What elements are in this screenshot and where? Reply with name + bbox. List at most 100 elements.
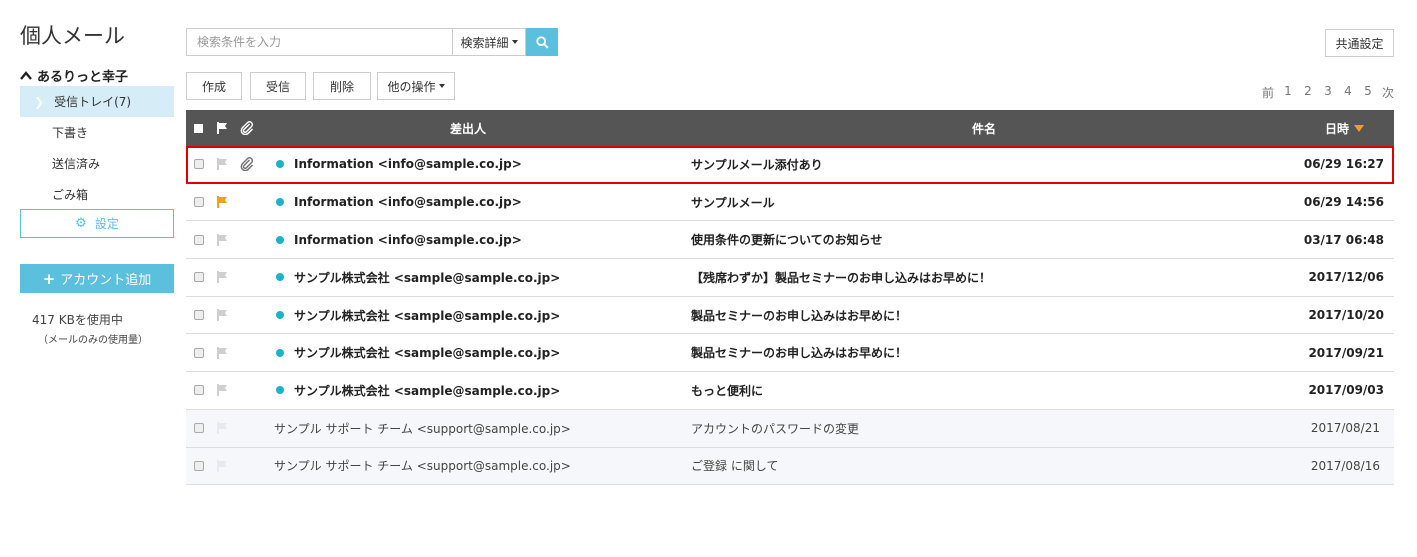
unread-indicator bbox=[276, 259, 284, 296]
pager-page[interactable]: 1 bbox=[1278, 84, 1298, 101]
row-flag[interactable] bbox=[217, 184, 228, 221]
table-row[interactable]: Information <info@sample.co.jp> サンプルメール添付… bbox=[186, 146, 1394, 184]
table-row[interactable]: Information <info@sample.co.jp> サンプルメール 06… bbox=[186, 184, 1394, 222]
table-row[interactable]: Information <info@sample.co.jp> 使用条件の更新につ… bbox=[186, 221, 1394, 260]
row-date: 06/29 14:56 bbox=[1303, 195, 1384, 210]
subject-column-header[interactable]: 件名 bbox=[972, 110, 996, 146]
row-flag[interactable] bbox=[217, 259, 228, 296]
row-flag[interactable] bbox=[217, 448, 228, 485]
flag-column-header[interactable] bbox=[217, 110, 228, 146]
storage-usage: 417 KBを使用中 bbox=[32, 313, 123, 327]
common-settings-button[interactable]: 共通設定 bbox=[1325, 29, 1394, 57]
folder-item[interactable]: ごみ箱 bbox=[20, 179, 174, 210]
select-all-checkbox[interactable] bbox=[194, 110, 203, 146]
row-flag[interactable] bbox=[217, 372, 228, 409]
table-row[interactable]: サンプル サポート チーム <support@sample.co.jp> アカウン… bbox=[186, 409, 1394, 448]
pager-prev[interactable]: 前 bbox=[1258, 84, 1278, 101]
flag-icon bbox=[217, 309, 227, 322]
search-icon bbox=[535, 35, 549, 49]
account-name: あるりっと幸子 bbox=[37, 70, 129, 85]
unread-indicator bbox=[276, 334, 284, 371]
row-flag[interactable] bbox=[217, 221, 228, 258]
caret-down-icon bbox=[511, 40, 518, 44]
row-attachment bbox=[240, 146, 254, 183]
table-row[interactable]: サンプル株式会社 <sample@sample.co.jp> 製品セミナーのお申し… bbox=[186, 334, 1394, 373]
pager-page[interactable]: 3 bbox=[1318, 84, 1338, 101]
search-detail-dropdown[interactable]: 検索詳細 bbox=[452, 28, 526, 56]
row-checkbox[interactable] bbox=[194, 334, 204, 371]
row-checkbox[interactable] bbox=[194, 410, 204, 447]
table-header: 差出人 件名 日時 bbox=[186, 110, 1394, 146]
caret-down-icon bbox=[438, 84, 445, 88]
gear-icon: ⚙ bbox=[75, 216, 87, 231]
search-button[interactable] bbox=[526, 28, 558, 56]
row-date: 2017/10/20 bbox=[1308, 308, 1384, 323]
mail-table: 差出人 件名 日時 Information <info@sample.co.jp… bbox=[186, 110, 1394, 486]
row-date: 2017/08/16 bbox=[1310, 458, 1380, 473]
row-sender: サンプル株式会社 <sample@sample.co.jp> bbox=[294, 308, 561, 323]
receive-button[interactable]: 受信 bbox=[250, 72, 306, 100]
row-flag[interactable] bbox=[217, 146, 228, 183]
folder-list: ❯ 受信トレイ(7) 下書き送信済みごみ箱 bbox=[20, 86, 174, 210]
row-sender: サンプル株式会社 <sample@sample.co.jp> bbox=[294, 270, 561, 285]
chevron-right-icon: ❯ bbox=[34, 94, 45, 109]
row-flag[interactable] bbox=[217, 297, 228, 334]
folder-item[interactable]: ❯ 受信トレイ(7) bbox=[20, 86, 174, 117]
row-subject: アカウントのパスワードの変更 bbox=[691, 421, 860, 436]
row-checkbox[interactable] bbox=[194, 372, 204, 409]
search-input[interactable] bbox=[186, 28, 452, 56]
table-row[interactable]: サンプル サポート チーム <support@sample.co.jp> ご登録 … bbox=[186, 447, 1394, 486]
attachment-column-header[interactable] bbox=[240, 110, 254, 146]
add-account-button[interactable]: + アカウント追加 bbox=[20, 264, 174, 293]
row-sender: サンプル株式会社 <sample@sample.co.jp> bbox=[294, 346, 561, 361]
table-row[interactable]: サンプル株式会社 <sample@sample.co.jp> 製品セミナーのお申し… bbox=[186, 297, 1394, 335]
table-row[interactable]: サンプル株式会社 <sample@sample.co.jp> 【残席わずか】製品セ… bbox=[186, 259, 1394, 297]
flag-icon bbox=[217, 459, 227, 472]
other-actions-dropdown[interactable]: 他の操作 bbox=[377, 72, 455, 100]
plus-icon: + bbox=[42, 269, 56, 288]
account-toggle[interactable]: あるりっと幸子 bbox=[20, 66, 128, 85]
row-checkbox[interactable] bbox=[194, 259, 204, 296]
row-flag[interactable] bbox=[217, 334, 228, 371]
delete-button[interactable]: 削除 bbox=[313, 72, 371, 100]
flag-icon bbox=[217, 233, 227, 246]
row-date: 06/29 16:27 bbox=[1303, 157, 1384, 172]
unread-indicator bbox=[276, 372, 284, 409]
pager-page[interactable]: 4 bbox=[1338, 84, 1358, 101]
row-subject: 【残席わずか】製品セミナーのお申し込みはお早めに！ bbox=[691, 270, 992, 285]
compose-button[interactable]: 作成 bbox=[186, 72, 242, 100]
row-sender: サンプル サポート チーム <support@sample.co.jp> bbox=[274, 421, 571, 436]
row-sender: Information <info@sample.co.jp> bbox=[294, 157, 522, 172]
row-checkbox[interactable] bbox=[194, 184, 204, 221]
pager-page[interactable]: 2 bbox=[1298, 84, 1318, 101]
folder-item[interactable]: 下書き bbox=[20, 117, 174, 148]
settings-label: 設定 bbox=[94, 217, 119, 231]
storage-usage-note: （メールのみの使用量） bbox=[38, 335, 148, 346]
unread-indicator bbox=[276, 146, 284, 183]
row-date: 2017/12/06 bbox=[1308, 270, 1384, 285]
date-column-header[interactable]: 日時 bbox=[1325, 110, 1364, 146]
row-checkbox[interactable] bbox=[194, 297, 204, 334]
table-row[interactable]: サンプル株式会社 <sample@sample.co.jp> もっと便利に 2017… bbox=[186, 372, 1394, 410]
folder-item[interactable]: 送信済み bbox=[20, 148, 174, 179]
table-body: Information <info@sample.co.jp> サンプルメール添付… bbox=[186, 146, 1394, 486]
row-checkbox[interactable] bbox=[194, 221, 204, 258]
unread-indicator bbox=[276, 184, 284, 221]
folder-label: 受信トレイ(7) bbox=[54, 95, 132, 109]
folder-label: 下書き bbox=[52, 126, 89, 140]
row-subject: もっと便利に bbox=[691, 383, 764, 398]
sender-column-header[interactable]: 差出人 bbox=[450, 110, 486, 146]
chevron-up-icon bbox=[20, 70, 32, 80]
pager-next[interactable]: 次 bbox=[1378, 84, 1398, 101]
folder-label: ごみ箱 bbox=[52, 188, 89, 202]
unread-indicator bbox=[276, 221, 284, 258]
row-checkbox[interactable] bbox=[194, 448, 204, 485]
flag-icon bbox=[217, 346, 227, 359]
row-checkbox[interactable] bbox=[194, 146, 204, 183]
paperclip-icon bbox=[240, 121, 254, 135]
row-flag[interactable] bbox=[217, 410, 228, 447]
settings-button[interactable]: ⚙ 設定 bbox=[20, 209, 174, 238]
add-account-label: アカウント追加 bbox=[60, 273, 152, 288]
pager-page[interactable]: 5 bbox=[1358, 84, 1378, 101]
flag-icon bbox=[217, 271, 227, 284]
